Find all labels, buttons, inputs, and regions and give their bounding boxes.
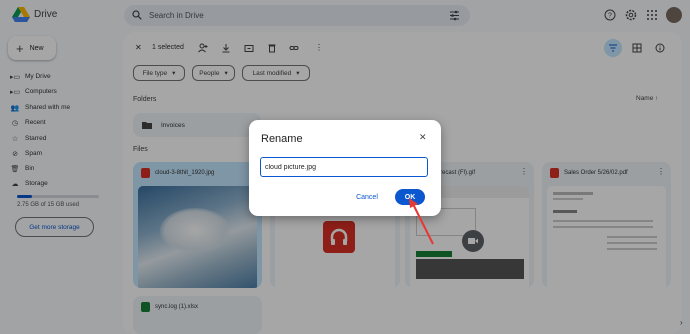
- close-icon[interactable]: ✕: [419, 132, 427, 143]
- rename-input[interactable]: [260, 157, 428, 177]
- cancel-button[interactable]: Cancel: [349, 189, 385, 205]
- annotation-arrow: [409, 198, 434, 245]
- dialog-title: Rename: [261, 133, 303, 145]
